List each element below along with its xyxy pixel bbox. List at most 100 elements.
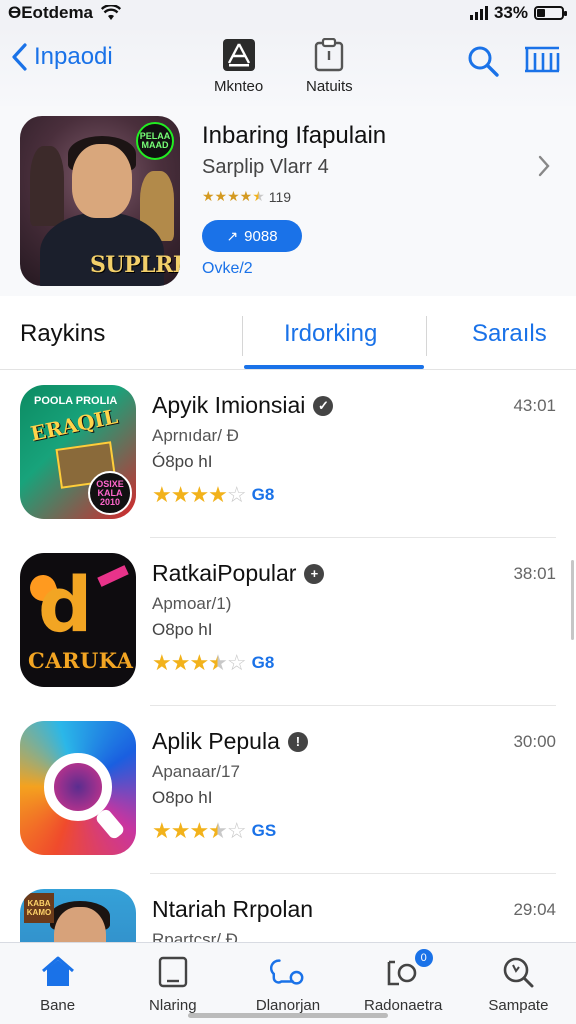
app-time: 29:04 <box>513 900 556 919</box>
scroll-indicator[interactable] <box>571 560 574 640</box>
clipboard-icon <box>312 38 346 72</box>
battery-icon <box>534 6 567 20</box>
icon-art-letter: d <box>38 560 93 649</box>
app-size: O8po hI <box>152 620 213 639</box>
tab-bane[interactable]: Bane <box>0 943 115 1024</box>
icon-art-handle <box>94 807 126 841</box>
header-tab-mknteo[interactable]: Mknteo <box>214 38 263 95</box>
list-item[interactable]: KABA KAMO Ntariah Rrpolan Rpartcsr/ Ð 29… <box>0 874 576 942</box>
home-indicator <box>188 1013 388 1018</box>
app-rating: ★★★★☆ GS <box>152 818 276 844</box>
chevron-right-icon[interactable] <box>536 154 552 178</box>
app-title: Apyik Imionsiai <box>152 392 306 418</box>
header-tab-label: Natuits <box>306 78 353 95</box>
segment-divider <box>242 316 243 356</box>
list-button[interactable] <box>522 44 562 79</box>
app-category: Apanaar/17 <box>152 762 240 781</box>
search-icon <box>500 955 536 989</box>
featured-rating-count: 119 <box>268 188 292 205</box>
app-title-row: Aplik Pepula ! <box>152 728 308 755</box>
featured-subtitle: Sarplip Vlarr 4 <box>202 156 329 178</box>
app-time: 38:01 <box>513 564 556 583</box>
tab-radonaetra[interactable]: 0 Radonaetra <box>346 943 461 1024</box>
header-tab-label: Mknteo <box>214 78 264 95</box>
app-time: 30:00 <box>513 732 556 751</box>
app-title: RatkaiPopular <box>152 560 297 586</box>
art-logo: SUPLRE <box>90 252 180 278</box>
status-bar: ӨEotdema 33% <box>0 0 576 26</box>
star-rating: ★★★★☆ <box>152 818 247 843</box>
tab-nlaring[interactable]: Nlaring <box>115 943 230 1024</box>
app-category: Rpartcsr/ Ð <box>152 930 238 942</box>
rating-count: G8 <box>251 485 275 504</box>
rating-count: GS <box>251 821 277 840</box>
music-note-icon: d CARUKA <box>20 553 136 687</box>
tab-label: Nlaring <box>149 997 197 1014</box>
app-size: O8po hI <box>152 788 213 807</box>
featured-note: Ovke/2 <box>202 260 253 277</box>
segment-rankings-title[interactable]: Raykins <box>20 320 105 348</box>
home-icon <box>40 955 76 989</box>
magnifier-ring-icon <box>20 721 136 855</box>
list-item[interactable]: d CARUKA RatkaiPopular + Apmoar/1) O8po … <box>0 538 576 706</box>
featured-title: Inbaring Ifapulain <box>202 122 387 149</box>
search-button[interactable] <box>466 44 500 83</box>
tab-label: Radonaetra <box>364 997 443 1014</box>
wifi-icon <box>101 5 122 20</box>
tab-dlanorjan[interactable]: Dlanorjan <box>230 943 345 1024</box>
tab-irdorking[interactable]: Irdorking <box>284 320 377 348</box>
app-title-row: Ntariah Rrpolan <box>152 896 313 923</box>
comic-poster-icon: POOLA PROLIA ERAQIL OSIXE KALA 2010 <box>20 385 136 519</box>
icon-art-bolt <box>97 565 129 587</box>
segment-divider <box>426 316 427 356</box>
tab-sampate[interactable]: Sampate <box>461 943 576 1024</box>
navigation-header: Inpaodi Mknteo Natuits <box>0 26 576 106</box>
back-label: Inpaodi <box>34 43 113 70</box>
app-rating: ★★★★☆ G8 <box>152 482 274 508</box>
app-category: Aprnıdar/ Ð <box>152 426 239 445</box>
portrait-icon: KABA KAMO <box>20 889 136 942</box>
list-item[interactable]: Aplik Pepula ! Apanaar/17 O8po hI ★★★★☆ … <box>0 706 576 874</box>
tab-bar: Bane Nlaring Dlanorjan 0 Radonaetra Samp… <box>0 942 576 1024</box>
battery-percent: 33% <box>493 3 528 22</box>
icon-art-badge: OSIXE KALA 2010 <box>88 471 132 515</box>
back-button[interactable]: Inpaodi <box>10 42 113 72</box>
app-rating: ★★★★☆ G8 <box>152 650 274 676</box>
list-item[interactable]: POOLA PROLIA ERAQIL OSIXE KALA 2010 Apyi… <box>0 370 576 538</box>
featured-stars: ★★★★★ <box>202 188 265 204</box>
art-badge: PELAA MAAD <box>136 122 174 160</box>
app-title-row: RatkaiPopular + <box>152 560 325 587</box>
featured-app-card[interactable]: PELAA MAAD SUPLRE Inbaring Ifapulain Sar… <box>0 106 576 296</box>
header-tab-natuits[interactable]: Natuits <box>306 38 353 95</box>
a-logo-icon <box>222 38 256 72</box>
app-list: POOLA PROLIA ERAQIL OSIXE KALA 2010 Apyi… <box>0 370 576 942</box>
get-button[interactable]: 9088 <box>202 220 302 252</box>
active-tab-indicator <box>244 365 424 369</box>
chevron-left-icon <box>12 43 27 71</box>
art-face <box>72 144 132 218</box>
signal-icon <box>469 6 488 20</box>
star-rating: ★★★★☆ <box>152 650 247 675</box>
app-size: Ó8po hI <box>152 452 213 471</box>
get-button-label: 9088 <box>244 227 278 245</box>
icon-art-logo: ERAQIL <box>28 404 120 446</box>
app-title-row: Apyik Imionsiai ✓ <box>152 392 334 419</box>
verified-icon: ✓ <box>313 395 334 416</box>
featured-rating: ★★★★★ 119 <box>202 188 291 205</box>
status-left: ӨEotdema <box>8 3 122 23</box>
segment-bar: Raykins Irdorking Saraıls <box>0 300 576 370</box>
app-title: Ntariah Rrpolan <box>152 896 314 922</box>
app-title: Aplik Pepula <box>152 728 280 754</box>
app-time: 43:01 <box>513 396 556 415</box>
tablet-icon <box>155 955 191 989</box>
status-right: 33% <box>469 3 567 23</box>
icon-art-word: CARUKA <box>28 648 134 673</box>
tab-sarails[interactable]: Saraıls <box>472 320 547 348</box>
search-icon <box>468 46 499 77</box>
rating-count: G8 <box>251 653 275 672</box>
verified-icon: + <box>304 563 325 584</box>
gamepad-icon <box>270 955 306 989</box>
art-figure-left <box>30 146 64 226</box>
tab-label: Sampate <box>488 997 549 1014</box>
tab-label: Bane <box>40 997 76 1014</box>
